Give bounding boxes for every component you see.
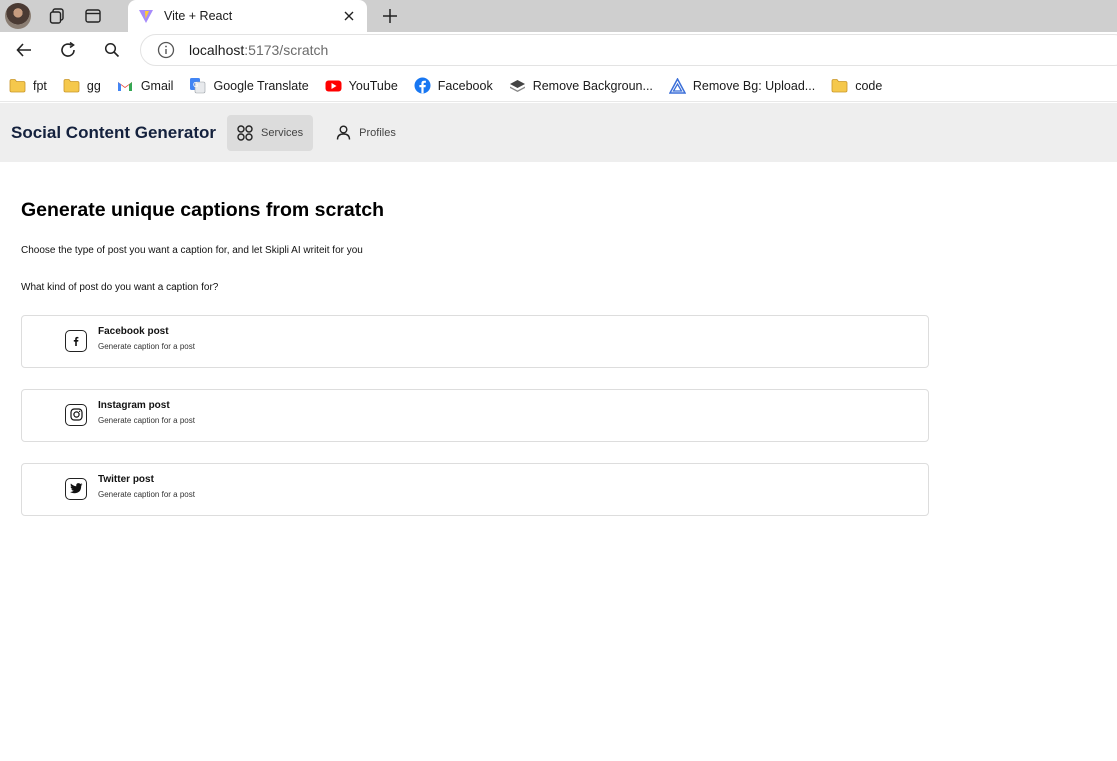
option-description: Generate caption for a post xyxy=(98,342,195,351)
post-type-options: Facebook post Generate caption for a pos… xyxy=(21,315,929,516)
folder-icon xyxy=(831,77,848,94)
folder-icon xyxy=(9,77,26,94)
page-subtitle: Choose the type of post you want a capti… xyxy=(21,245,363,256)
triangle-logo-icon xyxy=(668,77,686,94)
option-facebook-post[interactable]: Facebook post Generate caption for a pos… xyxy=(21,315,929,368)
profile-avatar[interactable] xyxy=(5,3,31,29)
user-icon xyxy=(335,125,351,141)
option-description: Generate caption for a post xyxy=(98,490,195,499)
search-icon[interactable] xyxy=(98,36,126,64)
browser-tabstrip: Vite + React xyxy=(0,0,1117,32)
option-instagram-post[interactable]: Instagram post Generate caption for a po… xyxy=(21,389,929,442)
nav-profiles-label: Profiles xyxy=(359,126,396,139)
twitter-icon xyxy=(65,477,87,500)
main-content: Generate unique captions from scratch Ch… xyxy=(21,162,929,537)
nav-services-label: Services xyxy=(260,126,304,139)
new-tab-button[interactable] xyxy=(378,4,402,28)
gmail-icon xyxy=(117,77,134,94)
grid-icon xyxy=(237,124,253,141)
bookmarks-bar: fpt gg Gmail G Google Translate YouTube … xyxy=(0,70,1117,102)
option-name: Twitter post xyxy=(98,474,154,485)
vite-icon xyxy=(139,10,153,23)
post-type-question: What kind of post do you want a caption … xyxy=(21,282,219,293)
instagram-icon xyxy=(65,403,87,426)
option-description: Generate caption for a post xyxy=(98,416,195,425)
reload-button[interactable] xyxy=(54,36,82,64)
option-name: Facebook post xyxy=(98,326,169,337)
folder-icon xyxy=(63,77,80,94)
brand-title[interactable]: Social Content Generator xyxy=(11,123,216,143)
facebook-icon xyxy=(65,329,87,352)
info-icon[interactable] xyxy=(157,41,175,59)
facebook-icon xyxy=(414,77,431,94)
bookmark-remove-bg-upload[interactable]: Remove Bg: Upload... xyxy=(668,77,815,94)
option-twitter-post[interactable]: Twitter post Generate caption for a post xyxy=(21,463,929,516)
google-translate-icon: G xyxy=(189,77,206,94)
bookmark-gg[interactable]: gg xyxy=(63,77,101,94)
close-icon[interactable] xyxy=(341,8,357,24)
bookmark-fpt[interactable]: fpt xyxy=(9,77,47,94)
tab-active[interactable]: Vite + React xyxy=(128,0,367,32)
back-button[interactable] xyxy=(10,36,38,64)
address-bar[interactable]: localhost:5173/scratch xyxy=(140,34,1117,66)
layers-icon xyxy=(509,77,526,94)
bookmark-gmail[interactable]: Gmail xyxy=(117,77,173,94)
bookmark-code[interactable]: code xyxy=(831,77,882,94)
nav-services[interactable]: Services xyxy=(226,114,314,151)
bookmark-facebook[interactable]: Facebook xyxy=(414,77,493,94)
page-title: Generate unique captions from scratch xyxy=(21,199,385,221)
nav-profiles[interactable]: Profiles xyxy=(325,115,406,151)
youtube-icon xyxy=(325,77,342,94)
bookmark-remove-background[interactable]: Remove Backgroun... xyxy=(509,77,653,94)
bookmark-youtube[interactable]: YouTube xyxy=(325,77,398,94)
option-name: Instagram post xyxy=(98,400,170,411)
svg-text:G: G xyxy=(193,82,198,89)
bookmark-google-translate[interactable]: G Google Translate xyxy=(189,77,309,94)
tab-title: Vite + React xyxy=(164,9,233,23)
url-text: localhost:5173/scratch xyxy=(189,42,329,58)
tab-actions-icon[interactable] xyxy=(79,2,107,30)
app-header: Social Content Generator Services Profil… xyxy=(0,103,1117,162)
workspaces-icon[interactable] xyxy=(43,2,71,30)
